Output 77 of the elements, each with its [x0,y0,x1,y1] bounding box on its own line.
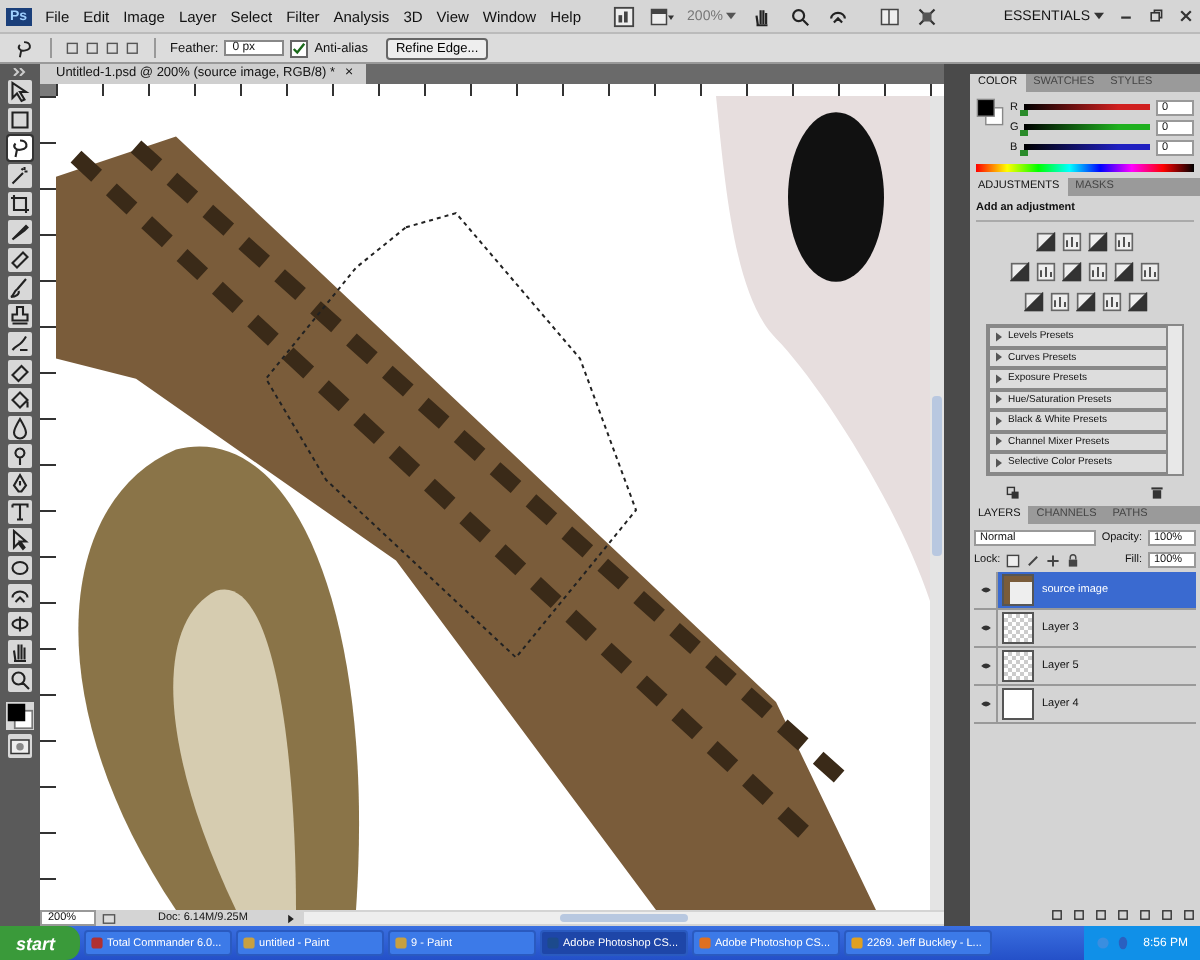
bucket-tool-icon[interactable] [8,388,32,412]
adjustment-icon[interactable] [1049,292,1069,312]
adjustment-icon[interactable] [1023,292,1043,312]
adjustment-icon[interactable] [1062,262,1082,282]
eye-icon[interactable] [979,623,991,631]
collapse-icon[interactable] [12,68,28,76]
type-tool-icon[interactable] [8,500,32,524]
restore-icon[interactable] [1148,8,1164,24]
color-spectrum[interactable] [976,164,1194,172]
adjustment-icon[interactable] [1062,232,1082,252]
close-icon[interactable] [1178,8,1194,24]
caret-icon[interactable] [726,12,737,20]
orbit-tool-icon[interactable] [8,612,32,636]
adjustment-icon[interactable] [1075,292,1095,312]
select-tool-icon[interactable] [8,528,32,552]
player-app-icon [849,936,864,950]
adjustment-icon[interactable] [1036,232,1056,252]
paint-app-icon [241,936,256,950]
lock-icon[interactable] [1066,553,1081,567]
dodge-tool-icon[interactable] [8,444,32,468]
adjustment-icon[interactable] [1101,292,1121,312]
eye-icon[interactable] [979,585,991,593]
horizontal-scrollbar[interactable] [304,912,944,924]
brush-tool-icon[interactable] [8,276,32,300]
lasso-tool-preset-icon[interactable] [12,37,36,59]
transparent-layer-thumbnail [1002,611,1034,643]
color-slider[interactable] [1024,104,1150,110]
caret-icon[interactable] [1094,12,1104,20]
anti-alias-checkbox[interactable] [290,39,309,57]
eye-icon[interactable] [979,661,991,669]
start-button[interactable]: start [0,926,80,960]
blur-tool-icon[interactable] [8,416,32,440]
color-slider[interactable] [1024,144,1150,150]
adjustment-icon[interactable] [1088,232,1108,252]
hand-tool-icon[interactable] [8,640,32,664]
adjustment-icon[interactable] [1036,262,1056,282]
adjustment-icon[interactable] [1088,262,1108,282]
marquee-tool-icon[interactable] [8,108,32,132]
adjustment-icon[interactable] [1127,292,1147,312]
eyedropper-tool-icon[interactable] [8,220,32,244]
lock-transparency-icon[interactable] [1006,553,1021,567]
quick-mask-icon[interactable] [8,734,32,758]
stamp-tool-icon[interactable] [8,304,32,328]
wand-tool-icon[interactable] [8,164,32,188]
blank-layer-thumbnail [1002,687,1034,719]
presets-scrollbar[interactable] [1168,326,1182,473]
color-slider[interactable] [1024,124,1150,130]
trash-icon[interactable] [1150,485,1164,499]
adjustment-icon[interactable] [1114,262,1134,282]
move-tool-icon[interactable] [8,80,32,104]
move-icon[interactable] [1046,553,1061,567]
adjustment-icon[interactable] [1114,232,1134,252]
shape-tool-icon[interactable] [8,556,32,580]
commander-app-icon [89,936,104,950]
zoom-icon[interactable] [788,5,813,27]
arrange-documents-icon[interactable] [880,5,905,27]
photoshop-app-icon [545,936,560,950]
eye-icon[interactable] [979,699,991,707]
status-menu-arrow-icon[interactable] [284,911,298,925]
brush-icon[interactable] [1026,553,1041,567]
firefox-app-icon [697,936,712,950]
adjustment-icon[interactable] [1010,262,1030,282]
pen-tool-icon[interactable] [8,472,32,496]
paint-app-icon [393,936,408,950]
crop-tool-icon[interactable] [8,192,32,216]
history-tool-icon[interactable] [8,332,32,356]
color-swatches-icon[interactable] [6,702,34,730]
foreground-background-swatch[interactable] [976,98,1004,126]
eraser-tool-icon[interactable] [8,360,32,384]
transparent-layer-thumbnail [1002,649,1034,681]
adjustment-icon[interactable] [1140,262,1160,282]
image-layer-thumbnail [1002,573,1034,605]
rotate3d-tool-icon[interactable] [8,584,32,608]
heal-tool-icon[interactable] [8,248,32,272]
vertical-scrollbar[interactable] [930,96,944,910]
zoom-tool-icon[interactable] [8,668,32,692]
lasso-tool-icon[interactable] [8,136,32,160]
